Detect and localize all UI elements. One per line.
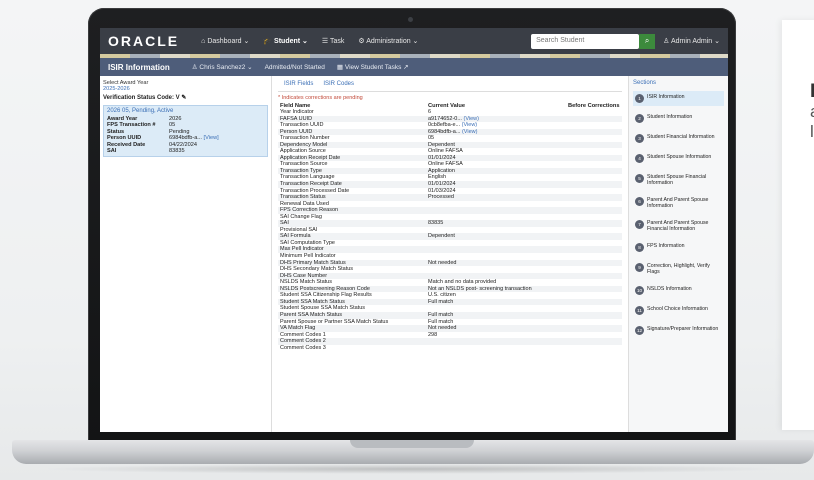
side-card-line1: I	[810, 81, 814, 102]
section-item[interactable]: 7 Parent And Parent Spouse Financial Info…	[633, 217, 724, 235]
nav-task[interactable]: ☰ Task	[322, 37, 345, 45]
search-icon: ⌕	[644, 36, 650, 45]
page-title: ISIR Information	[108, 62, 170, 72]
sections-title: Sections	[633, 80, 657, 86]
main-content: Select Award Year 2025-2026 Verification…	[100, 76, 728, 432]
section-label: Student Spouse Financial Information	[647, 174, 707, 186]
student-selector[interactable]: ♙ Chris Sanchez2 ⌄	[192, 63, 253, 71]
side-card-line2: a	[810, 102, 814, 122]
section-label: Signature/Preparer Information	[647, 326, 719, 332]
tab-isir-codes[interactable]: ISIR Codes	[323, 81, 354, 87]
section-item[interactable]: 12 Signature/Preparer Information	[633, 323, 724, 338]
section-number-badge: 3	[635, 134, 644, 143]
view-student-tasks-link[interactable]: ▦ View Student Tasks ↗	[337, 63, 409, 71]
isir-transaction-card[interactable]: 2026 05, Pending, Active Award Year 2026 F…	[103, 105, 268, 158]
award-year-select[interactable]: 2025-2026	[103, 86, 268, 92]
section-label: ISIR Information	[647, 94, 685, 100]
award-year-panel: Select Award Year 2025-2026 Verification…	[100, 76, 272, 432]
user-menu[interactable]: ♙ Admin Admin ⌄	[663, 37, 720, 45]
isir-fields-table: Field Name Current Value Before Correcti…	[278, 103, 622, 351]
sub-header-bar: ISIR Information ♙ Chris Sanchez2 ⌄ Admi…	[100, 58, 728, 76]
task-icon: ☰	[321, 38, 331, 45]
section-item[interactable]: 4 Student Spouse Information	[633, 151, 724, 166]
student-icon: 🎓	[263, 38, 275, 45]
section-item[interactable]: 3 Student Financial Information	[633, 131, 724, 146]
section-number-badge: 6	[635, 197, 644, 206]
section-item[interactable]: 11 School Choice Information	[633, 303, 724, 318]
card-row-label: SAI	[107, 148, 117, 155]
top-nav-bar: ORACLE ⌂ Dashboard ⌄ 🎓 Student ⌄ ☰ Task …	[100, 28, 728, 54]
side-card-line3: l	[810, 122, 814, 141]
search-input[interactable]: Search Student	[531, 33, 640, 49]
section-number-badge: 4	[635, 154, 644, 163]
view-link[interactable]: (View)	[462, 129, 478, 135]
section-item[interactable]: 1 ISIR Information	[633, 91, 724, 106]
search-button[interactable]: ⌕	[639, 33, 656, 49]
section-label: Correction, Highlight, Verify Flags	[647, 263, 710, 275]
before-corrections-cell	[566, 345, 622, 352]
section-number-badge: 11	[635, 306, 644, 315]
section-label: Parent And Parent Spouse Financial Infor…	[647, 220, 709, 232]
section-item[interactable]: 9 Correction, Highlight, Verify Flags	[633, 260, 724, 278]
current-value-cell	[426, 345, 566, 352]
edit-icon[interactable]: ✎	[181, 95, 186, 101]
view-link[interactable]: (View)	[463, 116, 479, 122]
section-label: Parent And Parent Spouse Information	[647, 197, 709, 209]
nav-student[interactable]: 🎓 Student ⌄	[263, 37, 308, 45]
section-number-badge: 10	[635, 286, 644, 295]
section-number-badge: 12	[635, 326, 644, 335]
side-card: I a l	[782, 20, 814, 430]
card-row: SAI 83835	[107, 148, 264, 154]
grid-icon: ▦	[336, 64, 345, 71]
isir-fields-panel: ISIR Fields ISIR Codes * Indicates corre…	[272, 76, 628, 432]
table-row: Comment Codes 3	[278, 345, 622, 352]
view-link[interactable]: [View]	[204, 135, 219, 141]
section-number-badge: 2	[635, 114, 644, 123]
nav-dashboard[interactable]: ⌂ Dashboard ⌄	[201, 37, 249, 45]
section-label: Student Information	[647, 114, 693, 120]
sections-panel: Sections 1 ISIR Information 2 Student Infor…	[628, 76, 728, 432]
section-number-badge: 1	[635, 94, 644, 103]
admission-status: Admitted/Not Started	[264, 63, 325, 71]
verification-status: Verification Status Code: V ✎	[103, 95, 187, 101]
section-number-badge: 8	[635, 243, 644, 252]
isir-tabs: ISIR Fields ISIR Codes	[278, 78, 622, 92]
section-number-badge: 9	[635, 263, 644, 272]
section-item[interactable]: 6 Parent And Parent Spouse Information	[633, 194, 724, 212]
section-item[interactable]: 2 Student Information	[633, 111, 724, 126]
section-item[interactable]: 5 Student Spouse Financial Information	[633, 171, 724, 189]
view-link[interactable]: (View)	[462, 122, 478, 128]
decorative-ribbon	[100, 54, 728, 58]
laptop-shadow	[40, 464, 784, 474]
pending-corrections-note: * Indicates corrections are pending	[278, 95, 363, 101]
section-item[interactable]: 10 NSLDS Information	[633, 283, 724, 298]
camera	[408, 17, 413, 22]
external-link-icon: ↗	[401, 64, 409, 71]
tab-isir-fields[interactable]: ISIR Fields	[284, 81, 313, 87]
column-header-before-corrections: Before Corrections	[568, 103, 620, 109]
app-screen: ORACLE ⌂ Dashboard ⌄ 🎓 Student ⌄ ☰ Task …	[100, 28, 728, 432]
field-name-cell: Comment Codes 3	[280, 344, 326, 351]
section-label: NSLDS Information	[647, 286, 692, 292]
laptop-notch	[350, 440, 474, 448]
user-icon: ♙	[663, 38, 671, 45]
section-label: FPS Information	[647, 243, 685, 249]
section-label: Student Financial Information	[647, 134, 715, 140]
section-number-badge: 7	[635, 220, 644, 229]
nav-administration[interactable]: ⚙ Administration ⌄	[358, 37, 418, 45]
section-label: School Choice Information	[647, 306, 708, 312]
oracle-logo: ORACLE	[108, 33, 180, 49]
card-row-value: 83835	[169, 148, 185, 155]
section-number-badge: 5	[635, 174, 644, 183]
card-heading: 2026 05, Pending, Active	[107, 108, 174, 114]
section-item[interactable]: 8 FPS Information	[633, 240, 724, 255]
section-label: Student Spouse Information	[647, 154, 712, 160]
